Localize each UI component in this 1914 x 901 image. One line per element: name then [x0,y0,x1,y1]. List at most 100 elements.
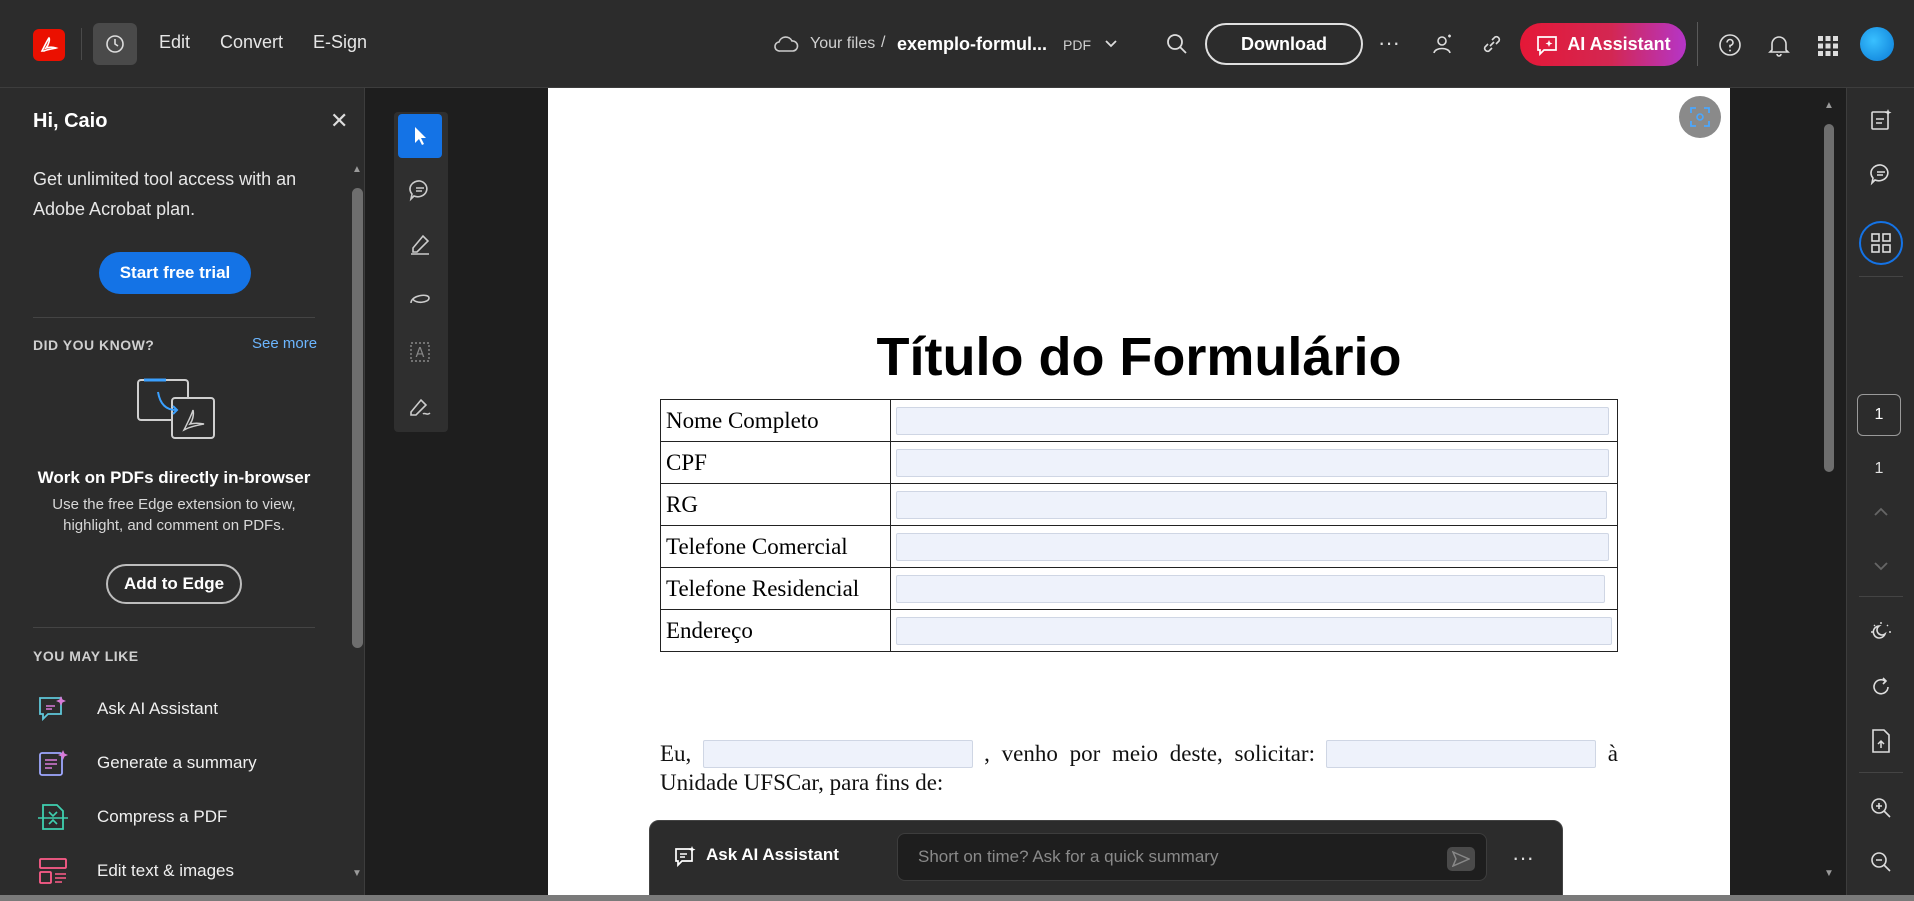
file-name[interactable]: exemplo-formul... [897,34,1047,55]
field-label: RG [660,483,891,526]
document-properties-icon[interactable] [1867,106,1895,134]
divider [33,317,315,318]
window-bottom-edge [0,895,1914,901]
scroll-down-arrow-icon[interactable]: ▼ [1824,868,1834,879]
zoom-out-icon[interactable] [1867,848,1895,876]
current-page-input[interactable]: 1 [1857,394,1901,436]
scan-ocr-button[interactable] [1679,96,1721,138]
zoom-in-icon[interactable] [1867,794,1895,822]
previous-page-icon[interactable] [1867,500,1895,524]
thumbnails-button[interactable] [1859,221,1903,265]
signature-tool-button[interactable] [398,384,442,428]
next-page-icon[interactable] [1867,554,1895,578]
start-free-trial-button[interactable]: Start free trial [99,252,251,294]
more-options-icon[interactable]: ··· [1510,845,1536,871]
send-button[interactable] [1447,847,1475,871]
ai-input-placeholder: Short on time? Ask for a quick summary [918,847,1219,866]
extract-pages-icon[interactable] [1867,727,1895,755]
ai-assistant-bar: Ask AI Assistant Short on time? Ask for … [649,820,1563,901]
scroll-down-arrow-icon[interactable]: ▼ [352,868,362,879]
dark-mode-icon[interactable] [1867,618,1895,646]
download-button[interactable]: Download [1205,23,1363,65]
top-bar: Edit Convert E-Sign Your files / exemplo… [0,0,1914,88]
divider [33,627,315,628]
greeting: Hi, Caio [33,110,108,132]
send-arrow-icon [1452,851,1470,867]
you-may-like-heading: YOU MAY LIKE [33,648,139,664]
text-box-tool-button[interactable]: A [398,330,442,374]
telefone-residencial-field[interactable] [896,574,1605,603]
requester-name-field[interactable] [702,740,973,768]
breadcrumb-root[interactable]: Your files [810,35,875,53]
link-icon[interactable] [1478,31,1506,57]
endereco-field[interactable] [896,616,1612,645]
cpf-field[interactable] [896,448,1609,477]
document-scrollbar[interactable] [1824,124,1834,472]
document-title: Título do Formulário [876,327,1402,387]
freehand-draw-icon [410,294,430,304]
rotate-icon[interactable] [1867,673,1895,701]
more-options-icon[interactable]: ··· [1376,30,1402,56]
field-label: Endereço [660,609,891,652]
sentence-text: Eu, [660,741,692,766]
select-tool-button[interactable] [398,114,442,158]
sign-pen-icon [410,398,431,416]
suggestion-label: Ask AI Assistant [97,699,218,718]
divider [1697,22,1698,66]
see-more-link[interactable]: See more [252,335,317,352]
comments-panel-icon[interactable] [1867,160,1895,188]
comment-tool-button[interactable] [398,168,442,212]
telefone-comercial-field[interactable] [896,532,1609,561]
scroll-up-arrow-icon[interactable]: ▲ [1824,100,1834,111]
ai-question-input[interactable]: Short on time? Ask for a quick summary [897,833,1487,881]
divider [1859,276,1903,277]
tool-rail: A [394,112,448,432]
share-people-icon[interactable] [1428,31,1456,57]
text-box-icon: A [410,342,430,362]
field-label: Telefone Residencial [660,567,891,610]
notifications-bell-icon[interactable] [1765,31,1793,59]
cloud-icon [772,32,800,56]
svg-text:A: A [416,346,425,361]
user-avatar[interactable] [1860,27,1894,61]
request-item-field[interactable] [1326,740,1597,768]
search-icon[interactable] [1164,31,1190,57]
suggestion-ask-ai-assistant[interactable]: Ask AI Assistant [33,687,333,731]
suggestion-compress-pdf[interactable]: Compress a PDF [33,795,333,839]
add-to-edge-button[interactable]: Add to Edge [106,564,242,604]
divider [1859,596,1903,597]
ai-bar-label: Ask AI Assistant [706,845,839,864]
menu-convert[interactable]: Convert [220,32,283,53]
edit-text-images-icon [33,853,73,889]
rg-field[interactable] [896,490,1607,519]
table-row: Endereço [660,609,1618,652]
draw-tool-button[interactable] [398,276,442,320]
field-label: CPF [660,441,891,484]
help-icon[interactable] [1716,31,1744,59]
breadcrumb-separator: / [881,34,886,51]
suggestion-edit-text-images[interactable]: Edit text & images [33,849,333,893]
menu-esign[interactable]: E-Sign [313,32,367,53]
table-row: CPF [660,441,1618,484]
apps-grid-icon[interactable] [1814,32,1842,60]
suggestion-label: Compress a PDF [97,807,228,826]
right-rail: 1 1 [1846,88,1914,901]
table-row: Nome Completo [660,399,1618,442]
did-you-know-heading: DID YOU KNOW? [33,337,155,353]
sentence-text: , venho por meio deste, solicitar: [984,741,1315,766]
history-button[interactable] [93,23,137,65]
tip-title: Work on PDFs directly in-browser [37,468,311,487]
close-icon[interactable]: ✕ [330,108,348,134]
sentence-text: Unidade UFSCar, para fins de: [660,770,944,795]
scroll-up-arrow-icon[interactable]: ▲ [352,164,362,175]
cursor-arrow-icon [415,127,426,145]
menu-edit[interactable]: Edit [159,32,190,53]
ai-assistant-button[interactable]: AI Assistant [1520,23,1686,66]
suggestion-label: Edit text & images [97,861,235,880]
left-panel-scrollbar[interactable] [352,188,363,648]
chevron-down-icon[interactable] [1101,34,1121,54]
nome-completo-field[interactable] [896,406,1609,435]
acrobat-logo-icon[interactable] [33,29,65,61]
highlight-tool-button[interactable] [398,222,442,266]
suggestion-generate-summary[interactable]: Generate a summary [33,741,333,785]
